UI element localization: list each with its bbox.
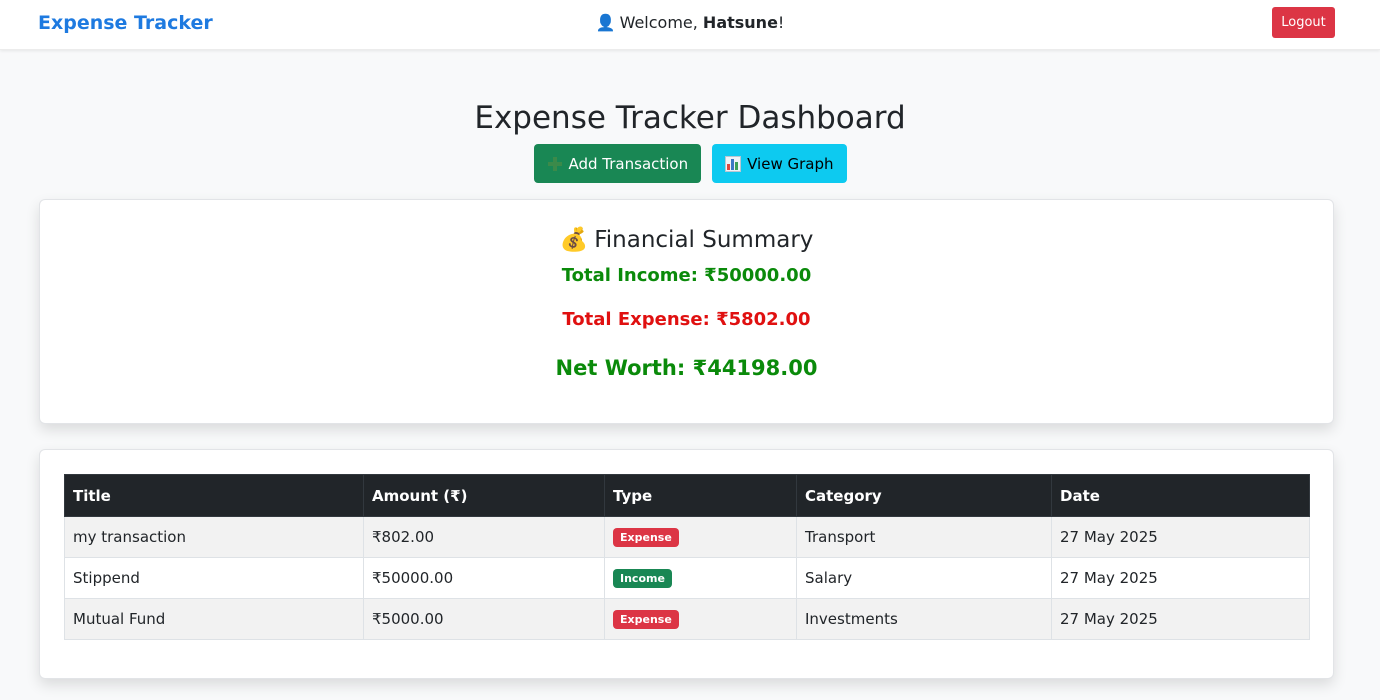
cell-title: my transaction — [64, 516, 364, 558]
cell-title: Mutual Fund — [64, 598, 364, 640]
add-transaction-label: Add Transaction — [568, 154, 689, 173]
welcome-prefix: Welcome, — [619, 13, 703, 32]
cell-category: Salary — [796, 557, 1052, 599]
summary-title-text: Financial Summary — [594, 227, 814, 253]
cell-date: 27 May 2025 — [1051, 598, 1310, 640]
user-icon: 👤 — [595, 13, 616, 32]
cell-date: 27 May 2025 — [1051, 557, 1310, 599]
table-row: Stippend ₹50000.00 Income Salary 27 May … — [64, 557, 1310, 599]
cell-category: Investments — [796, 598, 1052, 640]
logout-button[interactable]: Logout — [1272, 7, 1335, 38]
header-category: Category — [796, 474, 1052, 517]
transactions-card: Title Amount (₹) Type Category Date my t… — [39, 449, 1334, 679]
view-graph-label: View Graph — [747, 154, 834, 173]
money-bag-icon: 💰 — [559, 227, 589, 253]
cell-type: Income — [604, 557, 797, 599]
net-worth: Net Worth: ₹44198.00 — [555, 356, 818, 380]
welcome-message: 👤 Welcome, Hatsune! — [0, 13, 1380, 32]
header-date: Date — [1051, 474, 1310, 517]
cell-type: Expense — [604, 598, 797, 640]
cell-title: Stippend — [64, 557, 364, 599]
transactions-table: Title Amount (₹) Type Category Date my t… — [64, 474, 1310, 640]
table-row: my transaction ₹802.00 Expense Transport… — [64, 516, 1310, 558]
cell-date: 27 May 2025 — [1051, 516, 1310, 558]
username: Hatsune — [702, 13, 778, 32]
cell-type: Expense — [604, 516, 797, 558]
cell-category: Transport — [796, 516, 1052, 558]
table-row: Mutual Fund ₹5000.00 Expense Investments… — [64, 598, 1310, 640]
cell-amount: ₹50000.00 — [363, 557, 605, 599]
plus-icon — [547, 156, 563, 172]
header-type: Type — [604, 474, 797, 517]
bar-chart-icon — [725, 155, 742, 172]
type-badge: Expense — [613, 528, 679, 547]
welcome-suffix: ! — [777, 13, 785, 32]
add-transaction-button[interactable]: Add Transaction — [533, 144, 702, 183]
navbar: Expense Tracker 👤 Welcome, Hatsune! Logou… — [0, 0, 1380, 50]
header-amount: Amount (₹) — [363, 474, 605, 517]
page-title: Expense Tracker Dashboard — [474, 100, 906, 136]
total-expense: Total Expense: ₹5802.00 — [562, 309, 811, 330]
type-badge: Expense — [613, 610, 679, 629]
total-income: Total Income: ₹50000.00 — [561, 265, 812, 286]
summary-title: 💰 Financial Summary — [40, 226, 1333, 253]
action-buttons: Add Transaction View Graph — [0, 144, 1380, 183]
header-title: Title — [64, 474, 364, 517]
view-graph-button[interactable]: View Graph — [712, 144, 847, 183]
table-header-row: Title Amount (₹) Type Category Date — [64, 474, 1310, 517]
cell-amount: ₹5000.00 — [363, 598, 605, 640]
type-badge: Income — [613, 569, 672, 588]
financial-summary-card: 💰 Financial Summary Total Income: ₹50000.… — [39, 199, 1334, 424]
cell-amount: ₹802.00 — [363, 516, 605, 558]
